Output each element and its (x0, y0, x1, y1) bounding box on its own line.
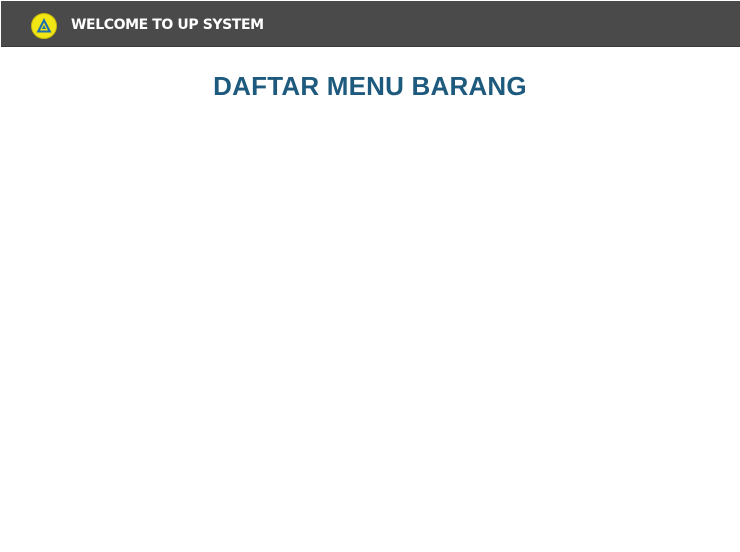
content-area (0, 110, 740, 552)
top-header-bar: WELCOME TO UP SYSTEM (1, 1, 740, 47)
app-logo-icon (31, 13, 57, 39)
page-title: DAFTAR MENU BARANG (213, 71, 527, 101)
welcome-text: WELCOME TO UP SYSTEM (71, 17, 264, 33)
